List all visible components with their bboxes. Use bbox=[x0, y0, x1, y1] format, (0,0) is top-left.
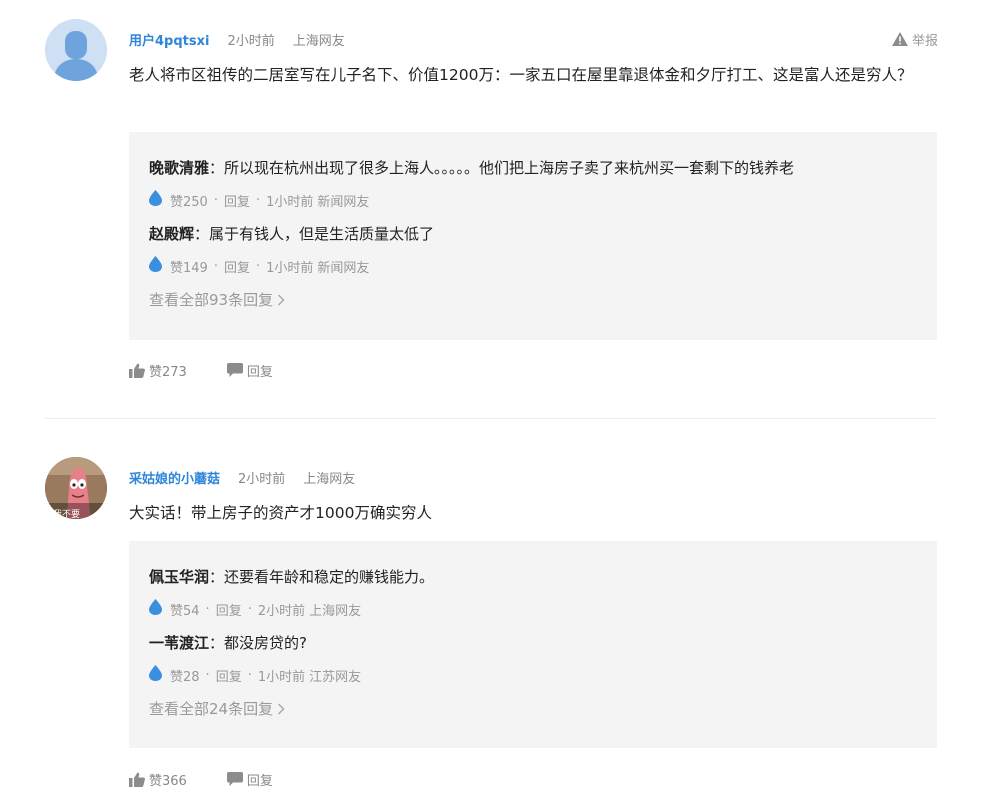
reply-meta: 赞250 · 回复 · 1小时前 新闻网友 bbox=[149, 190, 370, 210]
reply-likes: 赞250 bbox=[170, 194, 208, 210]
reply-body: ：都没房贷的? bbox=[209, 634, 307, 652]
reply-button[interactable]: 回复 bbox=[224, 191, 250, 210]
separator-dot: · bbox=[247, 601, 252, 617]
separator-dot: · bbox=[213, 192, 218, 208]
avatar[interactable] bbox=[45, 19, 107, 81]
reply-button[interactable]: 回复 bbox=[224, 257, 250, 276]
reply-action-button[interactable]: 回复 bbox=[226, 361, 273, 380]
reply-likes: 赞28 bbox=[170, 669, 200, 685]
reply-item: 晚歌清雅：所以现在杭州出现了很多上海人。。。。。他们把上海房子卖了来杭州买一套剩… bbox=[149, 158, 929, 210]
reply-body: ：所以现在杭州出现了很多上海人。。。。。他们把上海房子卖了来杭州买一套剩下的钱养… bbox=[209, 159, 795, 177]
comment-1: 用户4pqtsxi 2小时前 上海网友 举报 老人将市区祖传的二居室写在儿子名下… bbox=[0, 0, 1000, 418]
like-button[interactable]: 赞366 bbox=[129, 770, 187, 789]
water-drop-like-icon[interactable] bbox=[149, 256, 162, 276]
water-drop-like-icon[interactable] bbox=[149, 599, 162, 619]
reply-location: 新闻网友 bbox=[317, 260, 370, 276]
reply-box: 佩玉华润：还要看年龄和稳定的赚钱能力。 赞54 · 回复 · 2小时前 上海网友… bbox=[129, 541, 937, 748]
view-all-replies-link[interactable]: 查看全部24条回复 bbox=[149, 698, 285, 719]
username[interactable]: 用户4pqtsxi bbox=[129, 30, 209, 49]
reply-item: 一苇渡江：都没房贷的? 赞28 · 回复 · 1小时前 江苏网友 bbox=[149, 633, 929, 685]
reply-likes: 赞54 bbox=[170, 603, 200, 619]
comment-content: 老人将市区祖传的二居室写在儿子名下、价值1200万：一家五口在屋里靠退体金和夕厅… bbox=[129, 66, 913, 84]
warning-icon bbox=[891, 32, 908, 46]
thumbs-up-icon bbox=[129, 772, 145, 787]
report-label: 举报 bbox=[911, 33, 938, 49]
thumbs-up-icon bbox=[129, 363, 145, 378]
reply-location: 江苏网友 bbox=[309, 669, 362, 685]
view-all-label: 查看全部24条回复 bbox=[149, 700, 274, 718]
reply-username[interactable]: 赵殿辉 bbox=[149, 225, 194, 243]
reply-item: 赵殿辉：属于有钱人，但是生活质量太低了 赞149 · 回复 · 1小时前 新闻网… bbox=[149, 224, 929, 276]
comment-time: 2小时前 bbox=[238, 471, 286, 487]
reply-text: 赵殿辉：属于有钱人，但是生活质量太低了 bbox=[149, 224, 929, 244]
view-all-label: 查看全部93条回复 bbox=[149, 291, 274, 309]
reply-text: 晚歌清雅：所以现在杭州出现了很多上海人。。。。。他们把上海房子卖了来杭州买一套剩… bbox=[149, 158, 929, 178]
reply-meta: 赞149 · 回复 · 1小时前 新闻网友 bbox=[149, 256, 370, 276]
separator-dot: · bbox=[205, 601, 210, 617]
reply-action-button[interactable]: 回复 bbox=[226, 770, 273, 789]
like-count: 赞366 bbox=[149, 773, 187, 789]
chevron-right-icon bbox=[278, 702, 285, 715]
reply-meta: 赞54 · 回复 · 2小时前 上海网友 bbox=[149, 599, 362, 619]
water-drop-like-icon[interactable] bbox=[149, 665, 162, 685]
reply-item: 佩玉华润：还要看年龄和稳定的赚钱能力。 赞54 · 回复 · 2小时前 上海网友 bbox=[149, 567, 929, 619]
reply-time: 1小时前 bbox=[266, 260, 314, 276]
separator-dot: · bbox=[255, 192, 261, 208]
reply-username[interactable]: 一苇渡江 bbox=[149, 634, 209, 652]
default-user-icon bbox=[45, 19, 107, 81]
username[interactable]: 采姑娘的小蘑菇 bbox=[129, 468, 220, 487]
separator-dot: · bbox=[255, 258, 261, 274]
speech-bubble-icon bbox=[226, 772, 243, 786]
reply-body: ：属于有钱人，但是生活质量太低了 bbox=[194, 225, 435, 243]
reply-time: 1小时前 bbox=[257, 669, 306, 685]
comment-location: 上海网友 bbox=[292, 33, 345, 49]
reply-time: 1小时前 bbox=[266, 194, 314, 210]
separator-dot: · bbox=[205, 667, 210, 683]
comment-actions: 赞366 回复 bbox=[129, 770, 273, 789]
like-button[interactable]: 赞273 bbox=[129, 361, 187, 380]
reply-button[interactable]: 回复 bbox=[216, 600, 242, 619]
water-drop-like-icon[interactable] bbox=[149, 190, 162, 210]
view-all-replies-link[interactable]: 查看全部93条回复 bbox=[149, 289, 285, 310]
report-button[interactable]: 举报 bbox=[891, 29, 938, 49]
reply-likes: 赞149 bbox=[170, 260, 208, 276]
avatar-caption: 我不要 bbox=[53, 510, 81, 519]
avatar[interactable]: 我不要 bbox=[45, 457, 107, 519]
comment-2: 我不要 采姑娘的小蘑菇 2小时前 上海网友 大实话！带上房子的资产才1000万确… bbox=[0, 419, 1000, 811]
speech-bubble-icon bbox=[226, 363, 243, 377]
chevron-right-icon bbox=[278, 293, 285, 306]
reply-location: 上海网友 bbox=[309, 603, 362, 619]
comment-meta: 采姑娘的小蘑菇 2小时前 上海网友 bbox=[129, 467, 355, 487]
reply-username[interactable]: 佩玉华润 bbox=[149, 568, 209, 586]
reply-time: 2小时前 bbox=[257, 603, 306, 619]
reply-location: 新闻网友 bbox=[317, 194, 370, 210]
reply-text: 佩玉华润：还要看年龄和稳定的赚钱能力。 bbox=[149, 567, 929, 587]
separator-dot: · bbox=[213, 258, 218, 274]
comment-meta: 用户4pqtsxi 2小时前 上海网友 bbox=[129, 29, 345, 49]
reply-username[interactable]: 晚歌清雅 bbox=[149, 159, 209, 177]
reply-box: 晚歌清雅：所以现在杭州出现了很多上海人。。。。。他们把上海房子卖了来杭州买一套剩… bbox=[129, 132, 937, 340]
reply-text: 一苇渡江：都没房贷的? bbox=[149, 633, 929, 653]
reply-action-label: 回复 bbox=[246, 773, 273, 789]
comment-content: 大实话！带上房子的资产才1000万确实穷人 bbox=[129, 504, 432, 522]
like-count: 赞273 bbox=[149, 364, 187, 380]
reply-meta: 赞28 · 回复 · 1小时前 江苏网友 bbox=[149, 665, 362, 685]
reply-button[interactable]: 回复 bbox=[216, 666, 242, 685]
comment-time: 2小时前 bbox=[227, 33, 275, 49]
reply-body: ：还要看年龄和稳定的赚钱能力。 bbox=[209, 568, 435, 586]
separator-dot: · bbox=[247, 667, 252, 683]
comment-actions: 赞273 回复 bbox=[129, 361, 273, 380]
reply-action-label: 回复 bbox=[246, 364, 273, 380]
comment-location: 上海网友 bbox=[303, 471, 356, 487]
